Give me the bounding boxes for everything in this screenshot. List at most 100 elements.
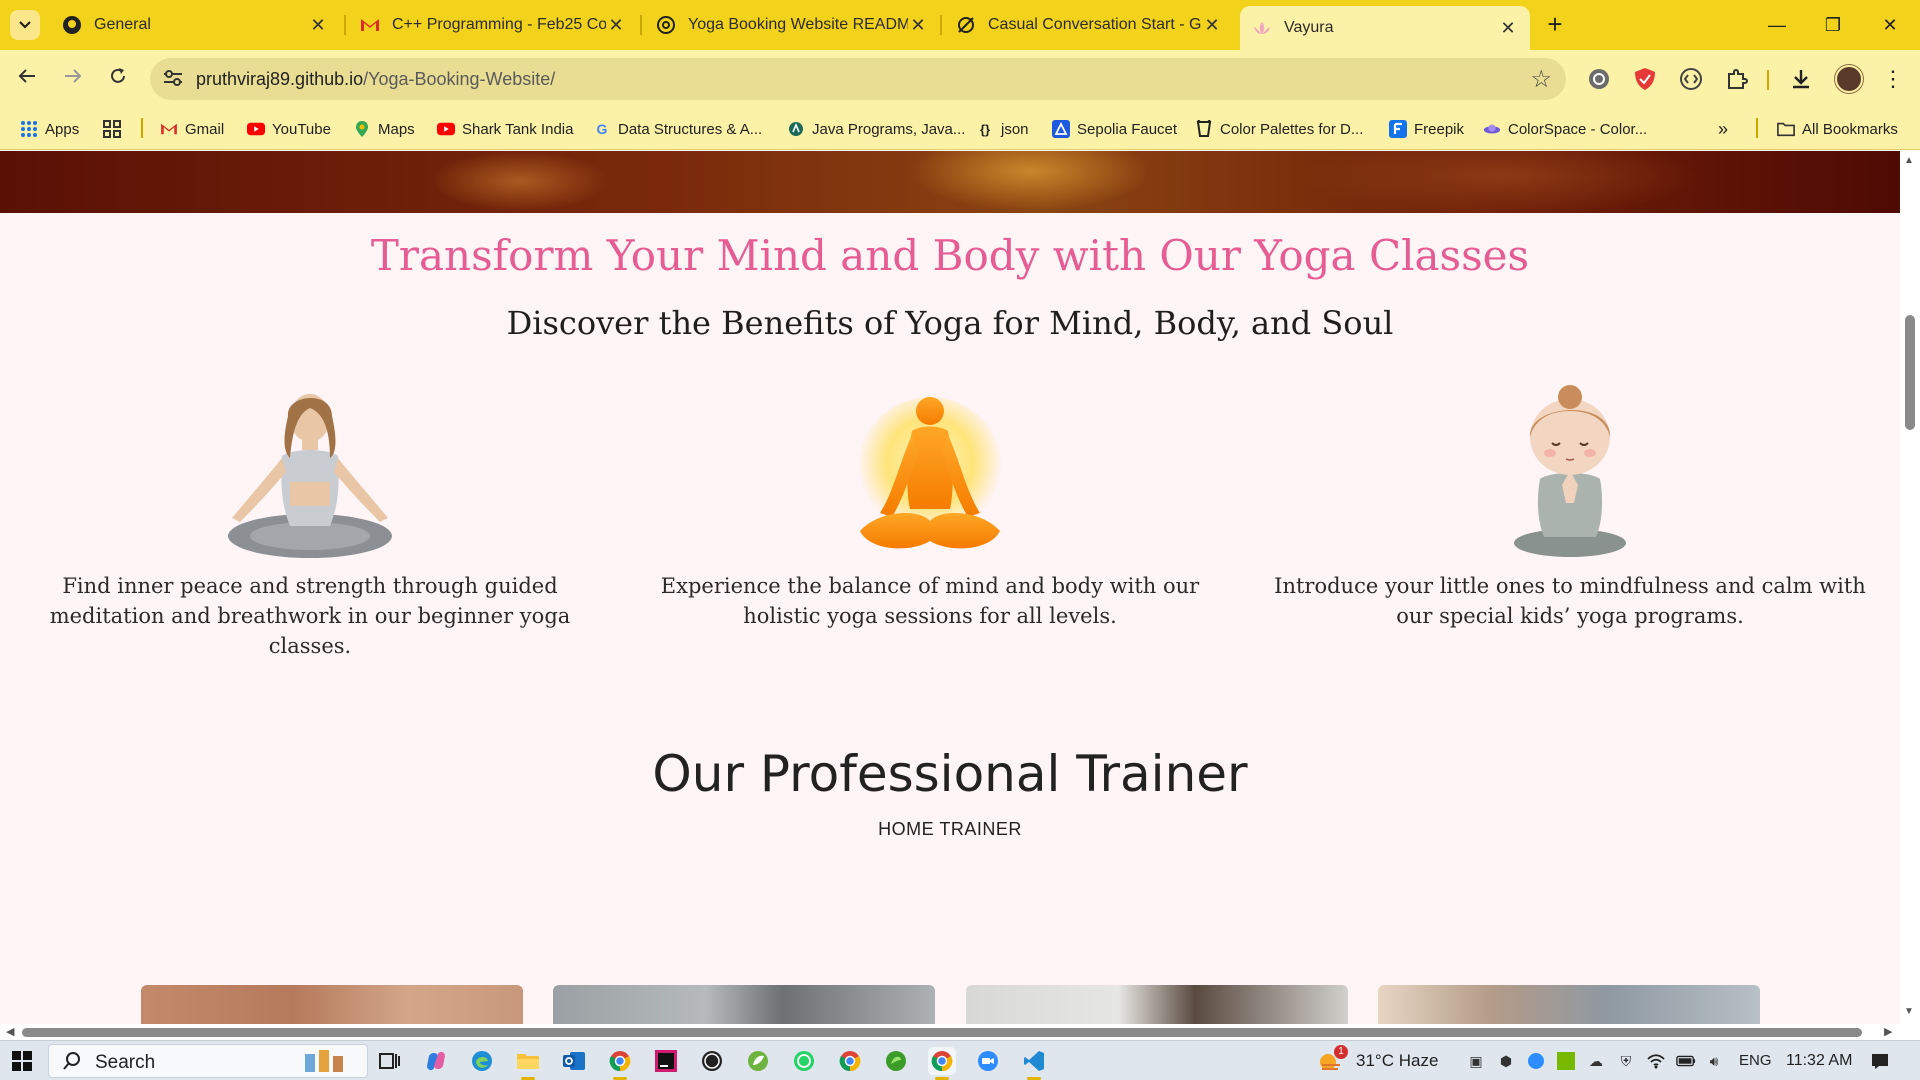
minimize-button[interactable]: — xyxy=(1757,10,1797,40)
tray-zoom-icon[interactable] xyxy=(1526,1051,1546,1071)
new-tab-button[interactable]: + xyxy=(1540,10,1570,40)
bookmark-json[interactable]: {} json xyxy=(976,117,1029,141)
volume-icon[interactable]: 🔊︎ xyxy=(1704,1051,1724,1071)
bookmark-color-palettes[interactable]: Color Palettes for D... xyxy=(1195,117,1363,141)
all-bookmarks-label: All Bookmarks xyxy=(1802,120,1898,138)
bookmark-gmail[interactable]: Gmail xyxy=(160,117,224,141)
download-icon[interactable] xyxy=(1788,66,1814,92)
tray-security-icon[interactable]: ⛨ xyxy=(1616,1051,1636,1071)
vertical-scroll-thumb[interactable] xyxy=(1905,315,1915,430)
notifications-icon[interactable] xyxy=(1870,1051,1890,1071)
tab-casual-conversation[interactable]: Casual Conversation Start - Gro ✕ xyxy=(944,8,1234,42)
bookmark-colorspace[interactable]: ColorSpace - Color... xyxy=(1483,117,1647,141)
trainer-card-image[interactable] xyxy=(1378,985,1760,1024)
scroll-down-arrow-icon[interactable]: ▼ xyxy=(1904,1006,1914,1017)
tab-general[interactable]: General ✕ xyxy=(50,8,340,42)
tab-yoga-readme[interactable]: Yoga Booking Website README ✕ xyxy=(644,8,940,42)
glowing-meditation-silhouette-image xyxy=(620,381,1240,561)
bookmarks-overflow-chevron-icon[interactable]: » xyxy=(1718,117,1728,141)
reload-button[interactable] xyxy=(103,64,133,94)
clock-time[interactable]: 11:32 AM xyxy=(1786,1052,1852,1070)
wordpress-icon[interactable] xyxy=(698,1047,726,1075)
address-bar[interactable]: pruthviraj89.github.io/Yoga-Booking-Webs… xyxy=(150,58,1566,100)
extension-code-icon[interactable] xyxy=(1678,66,1704,92)
back-arrow-icon xyxy=(18,69,35,83)
extension-shield-icon[interactable] xyxy=(1632,66,1658,92)
bookmark-label: Shark Tank India xyxy=(462,120,574,138)
tray-nvidia-icon[interactable] xyxy=(1556,1051,1576,1071)
bookmark-label: Gmail xyxy=(185,120,225,138)
trainer-card-image[interactable] xyxy=(553,985,935,1024)
windows-start-icon[interactable] xyxy=(12,1051,32,1071)
tab-search-button[interactable] xyxy=(10,10,40,40)
forward-button[interactable] xyxy=(58,64,88,94)
bookmark-apps[interactable]: Apps xyxy=(20,117,79,141)
close-window-button[interactable]: ✕ xyxy=(1870,10,1910,40)
bookmark-label: Maps xyxy=(378,120,415,138)
chrome-icon[interactable] xyxy=(836,1047,864,1075)
site-info-icon[interactable] xyxy=(162,68,186,90)
close-icon[interactable]: ✕ xyxy=(308,15,328,36)
bookmark-data-structures[interactable]: G Data Structures & A... xyxy=(593,117,763,141)
all-bookmarks-button[interactable]: All Bookmarks xyxy=(1777,117,1898,141)
profile-avatar[interactable] xyxy=(1835,65,1863,93)
close-icon[interactable]: ✕ xyxy=(1498,18,1518,39)
github-icon xyxy=(62,15,82,35)
file-explorer-icon[interactable] xyxy=(514,1047,542,1080)
url-host: pruthviraj89.github.io xyxy=(196,69,364,89)
tray-app-icon[interactable]: ⬢ xyxy=(1496,1051,1516,1071)
tab-vayura[interactable]: Vayura ✕ xyxy=(1240,6,1530,50)
wifi-icon[interactable] xyxy=(1646,1051,1666,1071)
spring-tool-icon[interactable] xyxy=(744,1047,772,1075)
trainer-card-image[interactable] xyxy=(141,985,523,1024)
tray-device-icon[interactable]: ▣ xyxy=(1466,1051,1486,1071)
hero-banner-image xyxy=(0,151,1900,213)
close-icon[interactable]: ✕ xyxy=(1202,15,1222,36)
zoom-icon[interactable] xyxy=(974,1047,1002,1075)
scroll-up-arrow-icon[interactable]: ▲ xyxy=(1904,155,1914,166)
chrome-active-icon[interactable] xyxy=(928,1047,956,1080)
horizontal-scrollbar[interactable]: ◀ ▶ xyxy=(0,1024,1900,1040)
language-indicator[interactable]: ENG xyxy=(1739,1052,1772,1069)
tray-onedrive-icon[interactable]: ☁ xyxy=(1586,1051,1606,1071)
trainer-card-image[interactable] xyxy=(966,985,1348,1024)
scroll-right-arrow-icon[interactable]: ▶ xyxy=(1884,1025,1892,1038)
vertical-scrollbar[interactable]: ▲ ▼ xyxy=(1900,151,1920,1024)
bookmark-star-icon[interactable]: ☆ xyxy=(1530,65,1552,94)
bookmark-youtube[interactable]: YouTube xyxy=(247,117,331,141)
toolbar-separator xyxy=(1767,70,1769,90)
back-button[interactable] xyxy=(12,64,42,94)
intellij-idea-icon[interactable] xyxy=(652,1047,680,1075)
extension-grammarly-icon[interactable] xyxy=(1586,66,1612,92)
taskbar-search-box[interactable]: Search xyxy=(48,1044,368,1078)
tab-cpp-programming[interactable]: C++ Programming - Feb25 Cor ✕ xyxy=(348,8,638,42)
bookmark-java-programs[interactable]: Java Programs, Java... xyxy=(787,117,965,141)
edge-icon[interactable] xyxy=(468,1047,496,1075)
more-menu-icon[interactable]: ⋮ xyxy=(1880,66,1906,92)
battery-icon[interactable] xyxy=(1676,1051,1696,1071)
weather-text[interactable]: 31°C Haze xyxy=(1356,1051,1438,1071)
green-app-icon[interactable] xyxy=(882,1047,910,1075)
bookmark-freepik[interactable]: Freepik xyxy=(1389,117,1464,141)
chrome-icon[interactable] xyxy=(606,1047,634,1080)
bookmark-shark-tank[interactable]: Shark Tank India xyxy=(437,117,573,141)
vscode-icon[interactable] xyxy=(1020,1047,1048,1080)
extensions-puzzle-icon[interactable] xyxy=(1724,66,1750,92)
child-meditating-image xyxy=(1260,381,1880,561)
tab-separator xyxy=(640,15,642,35)
outlook-icon[interactable] xyxy=(560,1047,588,1075)
json-icon: {} xyxy=(979,121,991,137)
tab-title: Vayura xyxy=(1284,19,1334,36)
close-icon[interactable]: ✕ xyxy=(908,15,928,36)
bookmark-maps[interactable]: Maps xyxy=(353,117,415,141)
bookmark-tab-groups[interactable] xyxy=(103,117,128,141)
task-view-icon[interactable] xyxy=(376,1047,404,1075)
close-icon[interactable]: ✕ xyxy=(606,15,626,36)
copilot-icon[interactable] xyxy=(422,1047,450,1075)
whatsapp-icon[interactable] xyxy=(790,1047,818,1075)
youtube-icon xyxy=(247,120,265,138)
restore-button[interactable]: ❐ xyxy=(1813,10,1853,40)
bookmark-sepolia-faucet[interactable]: Sepolia Faucet xyxy=(1052,117,1177,141)
scroll-left-arrow-icon[interactable]: ◀ xyxy=(6,1025,14,1038)
horizontal-scroll-thumb[interactable] xyxy=(22,1028,1862,1037)
